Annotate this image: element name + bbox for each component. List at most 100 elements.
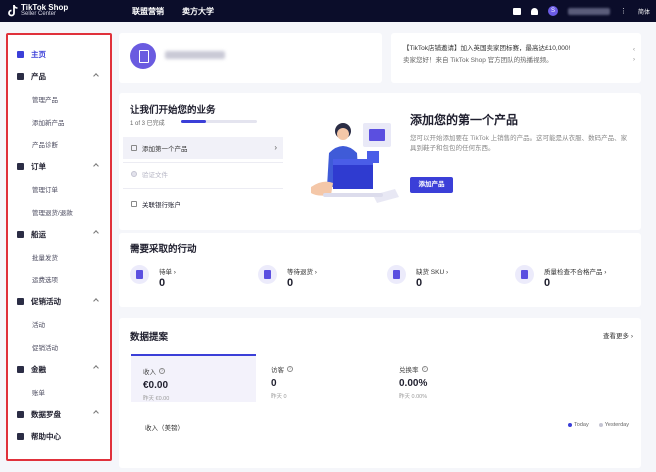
metric-tile[interactable]: 兑换率? 0.00% 昨天 0.00% bbox=[387, 354, 512, 402]
action-item[interactable]: 等待退货 › 0 bbox=[258, 263, 378, 295]
more-menu-icon[interactable]: ⋮ bbox=[620, 7, 628, 15]
sidebar-item-13[interactable]: 促销活动 bbox=[8, 336, 110, 359]
legend-item[interactable]: Today bbox=[568, 422, 589, 428]
setup-step-label: 关联银行账户 bbox=[142, 202, 181, 209]
metric-tile[interactable]: 收入? €0.00 昨天 €0.00 bbox=[131, 354, 256, 402]
sidebar-item-10[interactable]: 运费选项 bbox=[8, 268, 110, 291]
bell-icon[interactable] bbox=[530, 7, 538, 15]
sidebar: 主页 产品管理产品添加新产品产品诊断 订单 管理订单管理退货/退款 船运批量发货 运费选项… bbox=[6, 33, 112, 461]
sidebar-item-14[interactable]: 金融 bbox=[8, 358, 110, 381]
progress-bar-fill bbox=[181, 120, 207, 123]
legend-item[interactable]: Yesterday bbox=[598, 422, 629, 428]
metric-tile[interactable]: 访客? 0 昨天 0 bbox=[259, 354, 384, 402]
finance-icon bbox=[17, 365, 24, 373]
sidebar-item-label: 促销活动 bbox=[32, 344, 58, 352]
chevron-up-icon[interactable] bbox=[93, 162, 99, 169]
progress-bar bbox=[181, 120, 257, 123]
sidebar-item-7[interactable]: 管理退货/退款 bbox=[8, 201, 110, 224]
notice-card[interactable]: 【TikTok店铺邀请】加入英国卖家团标赛，最高达£10,000! 卖家您好！来… bbox=[391, 33, 641, 83]
brand-name: TikTok Shop bbox=[21, 3, 69, 12]
sidebar-item-label: 管理退货/退款 bbox=[32, 209, 73, 217]
chevron-up-icon[interactable] bbox=[93, 410, 99, 416]
action-item[interactable]: 缺货 SKU › 0 bbox=[387, 263, 507, 295]
data-overview-card: 数据提案 查看更多 › 收入? €0.00 昨天 €0.00 访客? 0 昨天 0 兑换率?… bbox=[119, 318, 641, 468]
chevron-up-icon[interactable] bbox=[93, 230, 99, 236]
mail-icon[interactable] bbox=[512, 7, 521, 15]
help-icon bbox=[17, 433, 24, 441]
metric-value: €0.00 bbox=[143, 380, 169, 391]
metric-label-row: 收入? bbox=[143, 366, 244, 376]
avatar[interactable]: S bbox=[547, 6, 558, 16]
setup-step-label: 添加第一个产品 bbox=[142, 146, 188, 153]
sidebar-item-label: 船运 bbox=[31, 229, 46, 239]
action-item[interactable]: 待单 › 0 bbox=[130, 263, 250, 295]
sidebar-item-label: 数据罗盘 bbox=[31, 409, 61, 419]
notice-title[interactable]: 【TikTok店铺邀请】加入英国卖家团标赛，最高达£10,000! bbox=[403, 43, 629, 55]
view-more-link[interactable]: 查看更多 › bbox=[603, 330, 633, 340]
metric-yesterday: 昨天 0 bbox=[271, 394, 287, 400]
sidebar-item-label: 添加新产品 bbox=[32, 119, 65, 127]
sidebar-item-1[interactable]: 产品 bbox=[8, 66, 110, 89]
chevron-up-icon[interactable] bbox=[93, 72, 99, 79]
actions-title: 需要采取的行动 bbox=[130, 244, 197, 255]
sidebar-item-label: 帮助中心 bbox=[31, 432, 61, 442]
data-overview-title: 数据提案 bbox=[130, 332, 169, 343]
bank-icon bbox=[131, 201, 137, 207]
sidebar-item-5[interactable]: 订单 bbox=[8, 156, 110, 179]
sidebar-item-label: 活动 bbox=[32, 322, 45, 330]
help-circle-icon[interactable]: ? bbox=[287, 366, 293, 372]
sidebar-item-0[interactable]: 主页 bbox=[8, 43, 110, 66]
help-circle-icon[interactable]: ? bbox=[421, 366, 428, 372]
sidebar-item-12[interactable]: 活动 bbox=[8, 313, 110, 336]
sidebar-item-4[interactable]: 产品诊断 bbox=[8, 133, 110, 156]
sidebar-item-6[interactable]: 管理订单 bbox=[8, 178, 110, 201]
sidebar-item-17[interactable]: 帮助中心 bbox=[8, 426, 110, 449]
action-label[interactable]: 缺货 SKU › bbox=[416, 266, 448, 276]
legend-label: Today bbox=[574, 422, 589, 428]
sidebar-item-3[interactable]: 添加新产品 bbox=[8, 111, 110, 134]
notice-body: 卖家您好！来自 TikTok Shop 官方团队的热播视频。 bbox=[403, 57, 553, 64]
help-circle-icon[interactable]: ? bbox=[159, 368, 165, 374]
sidebar-item-9[interactable]: 批量发货 bbox=[8, 246, 110, 269]
metric-label-row: 访客? bbox=[271, 364, 372, 374]
sidebar-item-label: 促销活动 bbox=[31, 297, 61, 307]
sidebar-item-2[interactable]: 管理产品 bbox=[8, 88, 110, 111]
setup-step-label: 验证文件 bbox=[142, 172, 168, 179]
setup-step[interactable]: 关联银行账户 bbox=[123, 193, 283, 215]
metric-label: 收入 bbox=[143, 369, 156, 376]
top-nav-item[interactable]: 联盟营销 bbox=[132, 6, 164, 17]
action-count: 0 bbox=[544, 277, 551, 289]
sidebar-item-15[interactable]: 账单 bbox=[8, 381, 110, 404]
notice-pager[interactable]: ‹ › bbox=[633, 45, 635, 65]
account-name[interactable] bbox=[567, 7, 610, 15]
shop-avatar[interactable] bbox=[130, 43, 156, 69]
step-divider bbox=[123, 188, 283, 189]
action-label[interactable]: 等待退货 › bbox=[287, 266, 317, 276]
sidebar-item-11[interactable]: 促销活动 bbox=[8, 291, 110, 314]
sidebar-item-16[interactable]: 数据罗盘 bbox=[8, 403, 110, 426]
action-item[interactable]: 质量检查不合格产品 › 0 bbox=[515, 263, 635, 295]
language-selector[interactable]: 简体 bbox=[638, 7, 650, 16]
metric-yesterday: 昨天 0.00% bbox=[399, 394, 428, 400]
top-nav-item[interactable]: 卖方大学 bbox=[182, 6, 214, 17]
add-product-button[interactable]: 添加产品 bbox=[410, 177, 453, 193]
action-label[interactable]: 待单 › bbox=[159, 266, 176, 276]
home-icon bbox=[17, 50, 24, 58]
sidebar-item-label: 金融 bbox=[31, 364, 46, 374]
brand-subtitle: Seller Center bbox=[21, 11, 57, 17]
chart-legend: Today Yesterday bbox=[568, 422, 629, 428]
action-label[interactable]: 质量检查不合格产品 › bbox=[544, 266, 606, 276]
sidebar-item-8[interactable]: 船运 bbox=[8, 223, 110, 246]
tiktok-shop-logo[interactable]: TikTok Shop Seller Center bbox=[0, 4, 118, 18]
metric-value: 0 bbox=[271, 378, 277, 389]
product-icon bbox=[17, 73, 24, 81]
getting-started-card: 让我们开始您的业务 1 of 3 已完成 添加第一个产品 › 验证文件 关联银行账户 … bbox=[119, 93, 641, 230]
promotion-icon bbox=[17, 298, 24, 306]
seller-illustration bbox=[311, 123, 399, 203]
chevron-up-icon[interactable] bbox=[93, 365, 99, 371]
sidebar-item-label: 管理产品 bbox=[32, 97, 58, 105]
chevron-up-icon[interactable] bbox=[93, 297, 99, 304]
pending-order-icon bbox=[130, 265, 149, 284]
action-count: 0 bbox=[287, 277, 294, 289]
setup-step[interactable]: 添加第一个产品 › bbox=[123, 137, 283, 159]
